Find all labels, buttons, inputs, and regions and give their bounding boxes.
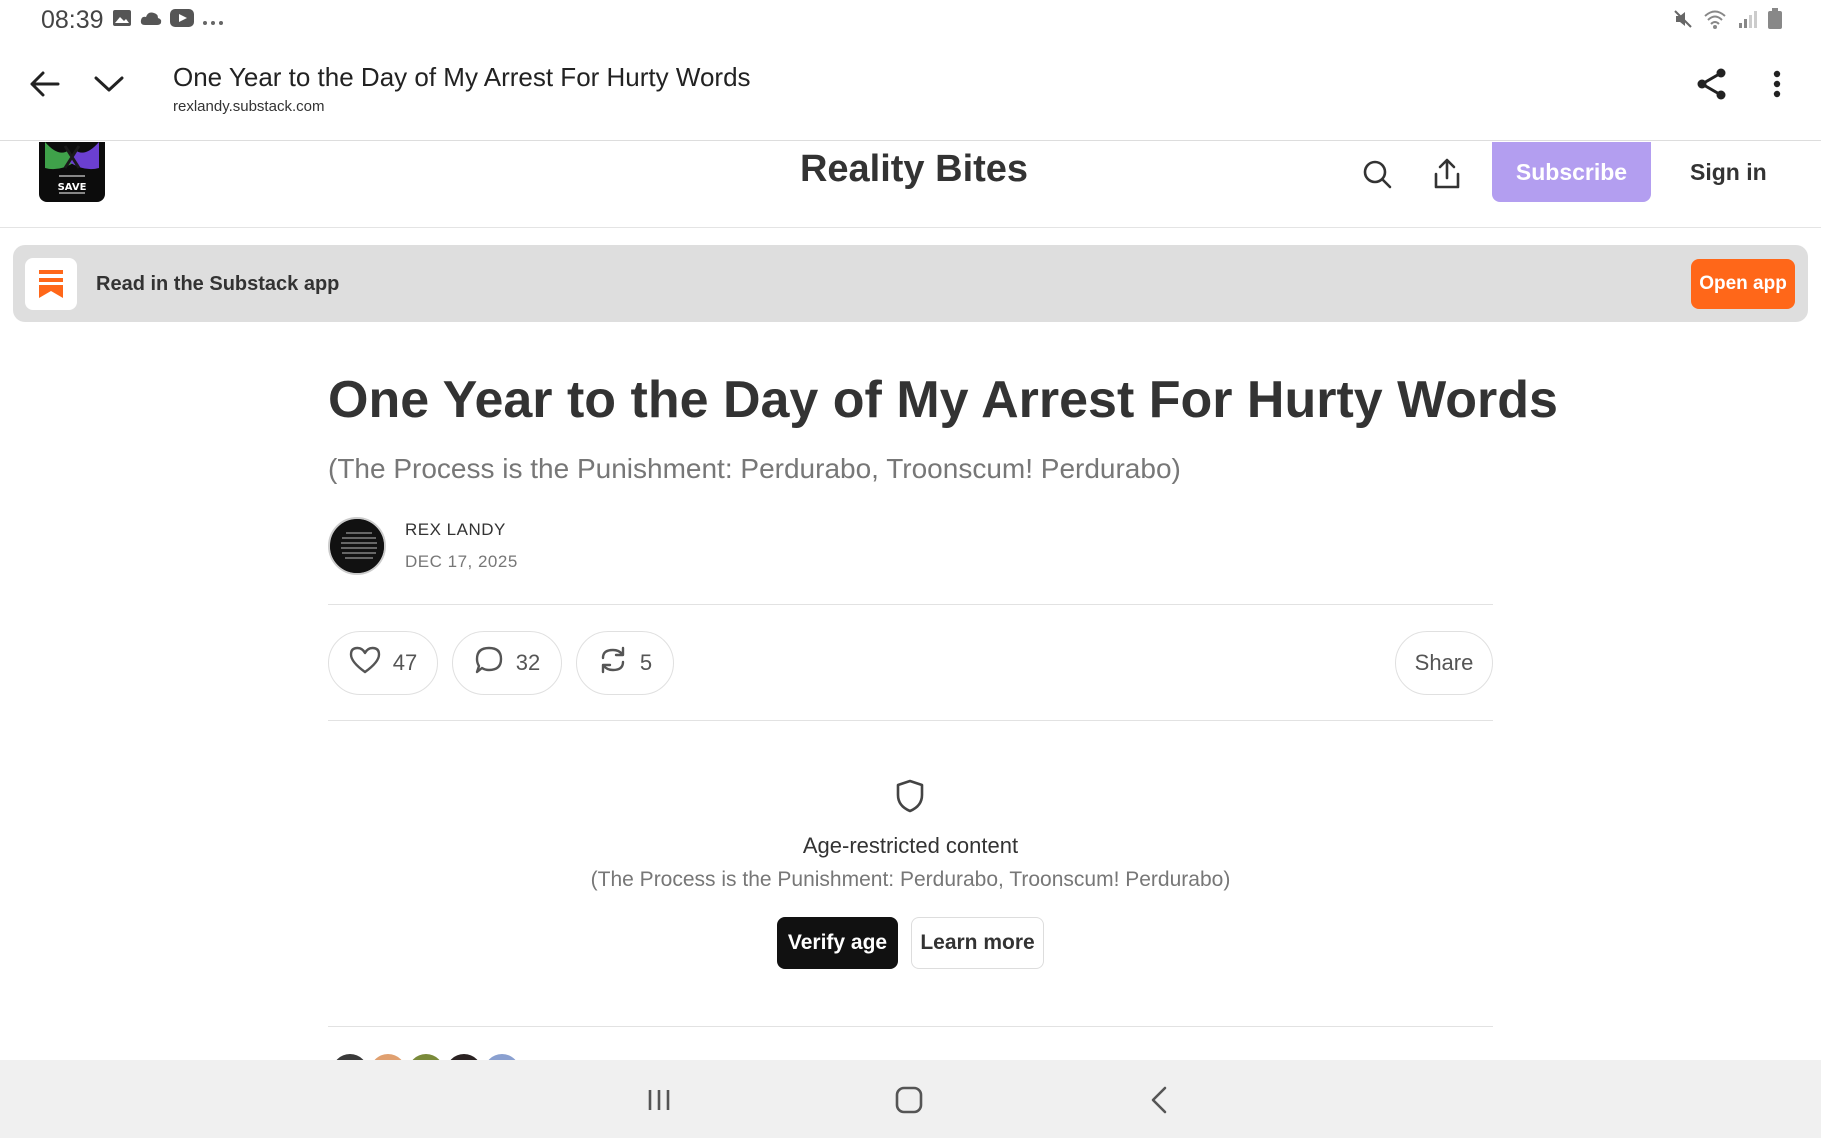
chevron-down-icon[interactable]	[89, 64, 129, 104]
status-left-icons	[112, 9, 224, 31]
status-time: 08:39	[41, 6, 104, 34]
back-icon[interactable]	[1134, 1078, 1184, 1122]
avatar[interactable]	[328, 517, 386, 575]
divider	[328, 720, 1493, 721]
status-right-icons	[1673, 8, 1783, 35]
status-bar: 08:39	[0, 0, 1821, 40]
mute-icon	[1673, 9, 1693, 34]
back-arrow-icon[interactable]	[25, 64, 65, 104]
author-name[interactable]: REX LANDY	[405, 520, 506, 540]
browser-page-title: One Year to the Day of My Arrest For Hur…	[173, 62, 751, 92]
site-header: SAVE Reality Bites Subscribe Sign in	[0, 142, 1821, 228]
youtube-icon	[170, 9, 194, 31]
divider	[328, 1026, 1493, 1027]
comment-button[interactable]: 32	[452, 631, 562, 695]
subscribe-button[interactable]: Subscribe	[1492, 142, 1651, 202]
browser-url[interactable]: rexlandy.substack.com	[173, 98, 324, 115]
browser-toolbar: One Year to the Day of My Arrest For Hur…	[0, 40, 1821, 141]
comment-count: 32	[515, 650, 541, 675]
battery-icon	[1767, 8, 1783, 35]
verify-age-button[interactable]: Verify age	[777, 917, 898, 969]
search-icon[interactable]	[1355, 152, 1399, 196]
shield-icon	[894, 778, 926, 814]
restack-button[interactable]: 5	[576, 631, 674, 695]
restricted-subtitle: (The Process is the Punishment: Perdurab…	[590, 868, 1231, 891]
share-label: Share	[1414, 650, 1474, 675]
sign-in-button[interactable]: Sign in	[1670, 154, 1787, 190]
wifi-icon	[1703, 9, 1727, 34]
upload-share-icon[interactable]	[1425, 152, 1469, 196]
heart-icon	[349, 646, 381, 680]
post-date: DEC 17, 2025	[405, 552, 518, 571]
image-icon	[112, 9, 132, 31]
learn-more-button[interactable]: Learn more	[911, 917, 1044, 969]
share-icon[interactable]	[1692, 64, 1732, 104]
like-button[interactable]: 47	[328, 631, 438, 695]
restricted-title: Age-restricted content	[802, 833, 1019, 858]
signal-icon	[1737, 9, 1757, 34]
app-banner: Read in the Substack app Open app	[13, 245, 1808, 322]
recents-icon[interactable]	[634, 1078, 684, 1122]
share-button[interactable]: Share	[1395, 631, 1493, 695]
home-icon[interactable]	[884, 1078, 934, 1122]
article-title: One Year to the Day of My Arrest For Hur…	[328, 371, 1558, 429]
substack-logo-icon	[25, 258, 77, 310]
cloud-icon	[140, 10, 162, 30]
app-banner-text: Read in the Substack app	[96, 273, 340, 295]
restack-icon	[598, 645, 628, 681]
divider	[328, 604, 1493, 605]
more-vertical-icon[interactable]	[1757, 64, 1797, 104]
system-nav-bar	[0, 1060, 1821, 1138]
article-subtitle: (The Process is the Punishment: Perdurab…	[328, 453, 1181, 484]
restack-count: 5	[639, 650, 653, 675]
like-count: 47	[392, 650, 418, 675]
comment-icon	[474, 645, 504, 681]
more-dots-icon	[202, 10, 224, 30]
open-app-button[interactable]: Open app	[1691, 259, 1795, 309]
